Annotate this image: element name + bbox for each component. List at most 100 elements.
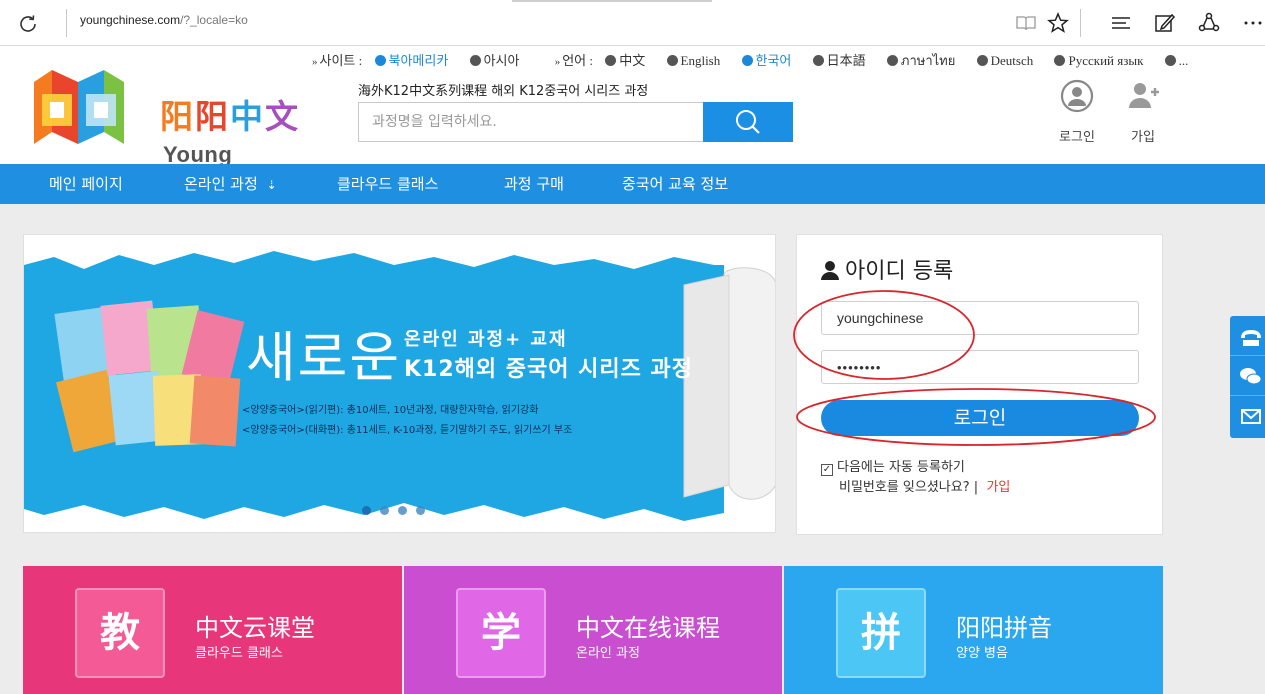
carousel-dot[interactable] xyxy=(380,506,389,515)
globe-icon xyxy=(976,55,988,66)
double-chevron-down-icon: ⇣ xyxy=(266,178,277,192)
address-separator xyxy=(66,9,67,37)
username-input[interactable] xyxy=(821,301,1139,335)
language-option-th[interactable]: ภาษาไทย xyxy=(886,53,964,68)
language-option-en[interactable]: English xyxy=(666,53,730,68)
search-input[interactable] xyxy=(359,103,704,141)
globe-icon xyxy=(741,55,753,66)
forgot-row: 비밀번호를 잊으셨나요? | 가입 xyxy=(839,476,1010,495)
wechat-icon xyxy=(1240,368,1262,385)
tile-online-course[interactable]: 学 中文在线课程 온라인 과정 xyxy=(404,566,782,694)
header-login-label: 로그인 xyxy=(1059,130,1095,145)
tile-badge: 学 xyxy=(456,588,546,678)
banner-subtext-1: <양양중국어>(읽기편): 총10세트, 10년과정, 대량한자학습, 읽기강화 xyxy=(242,405,539,416)
header-join-button[interactable]: 가입 xyxy=(1126,78,1160,145)
carousel-dot[interactable] xyxy=(362,506,371,515)
site-header: » 사이트 : 북아메리카 아시아 » 언어 : 中文 English 한국어 日本… xyxy=(0,46,1265,193)
banner-headline-line2: K12해외 중국어 시리즈 과정 xyxy=(404,357,694,382)
language-option-de[interactable]: Deutsch xyxy=(976,53,1043,68)
toolbar-separator xyxy=(1080,9,1081,37)
nav-item-cloud-class[interactable]: 클라우드 클래스 xyxy=(337,164,438,204)
nav-item-purchase[interactable]: 과정 구매 xyxy=(504,164,564,204)
language-option-ja[interactable]: 日本語 xyxy=(812,53,875,68)
remember-checkbox[interactable]: ✓ xyxy=(821,464,833,476)
login-panel: 아이디 등록 로그인 ✓ 다음에는 자동 등록하기 비밀번호를 잊으셨나요? | … xyxy=(796,234,1163,535)
login-button[interactable]: 로그인 xyxy=(821,400,1139,436)
chevron-right-icon: » xyxy=(312,56,318,68)
url-path: /?_locale=ko xyxy=(180,13,248,27)
badge-character: 学 xyxy=(481,610,521,656)
globe-icon xyxy=(469,55,481,66)
user-circle-icon xyxy=(1060,79,1094,113)
share-icon[interactable] xyxy=(1197,11,1221,35)
nav-item-online-courses[interactable]: 온라인 과정 ⇣ xyxy=(184,164,277,204)
carousel-dot[interactable] xyxy=(398,506,407,515)
floating-contact-bar xyxy=(1230,316,1265,438)
site-option-north-america[interactable]: 북아메리카 xyxy=(374,53,458,68)
search-box xyxy=(358,102,793,142)
logo-book-icon xyxy=(34,70,124,144)
wechat-contact-button[interactable] xyxy=(1230,356,1265,396)
carousel-dot[interactable] xyxy=(416,506,425,515)
header-login-button[interactable]: 로그인 xyxy=(1055,78,1099,145)
header-join-label: 가입 xyxy=(1131,130,1155,145)
tile-badge: 教 xyxy=(75,588,165,678)
tile-title: 中文在线课程 xyxy=(576,614,720,642)
globe-icon xyxy=(605,55,617,66)
web-note-icon[interactable] xyxy=(1153,11,1177,35)
join-link[interactable]: 가입 xyxy=(986,480,1010,495)
globe-icon xyxy=(1164,55,1176,66)
password-input[interactable] xyxy=(821,350,1139,384)
site-label: 사이트 : xyxy=(319,53,363,68)
nav-item-education-info[interactable]: 중국어 교육 정보 xyxy=(622,164,728,204)
badge-character: 拼 xyxy=(861,610,901,656)
site-option-asia[interactable]: 아시아 xyxy=(469,53,529,68)
tile-subtitle: 온라인 과정 xyxy=(576,646,640,661)
phone-contact-button[interactable] xyxy=(1230,316,1265,356)
tile-pinyin[interactable]: 拼 阳阳拼音 양양 병음 xyxy=(784,566,1163,694)
browser-toolbar: youngchinese.com/?_locale=ko xyxy=(0,0,1265,46)
more-options-icon[interactable] xyxy=(1241,11,1265,35)
promo-banner[interactable]: 새로운 온라인 과정+ 교재 K12해외 중국어 시리즈 과정 <양양중국어>(… xyxy=(23,234,776,533)
tile-badge: 拼 xyxy=(836,588,926,678)
tile-subtitle: 클라우드 클래스 xyxy=(195,646,283,661)
tile-title: 中文云课堂 xyxy=(195,614,315,642)
language-option-ko[interactable]: 한국어 xyxy=(741,53,801,68)
forgot-password-link[interactable]: 비밀번호를 잊으셨나요? xyxy=(839,480,970,495)
tile-cloud-class[interactable]: 教 中文云课堂 클라우드 클래스 xyxy=(23,566,402,694)
logo-chinese-text: 阳阳中文 xyxy=(160,97,300,136)
tab-strip-indicator xyxy=(512,0,712,2)
remember-me[interactable]: ✓ 다음에는 자동 등록하기 xyxy=(821,456,965,476)
language-option-zh[interactable]: 中文 xyxy=(605,53,654,68)
reading-view-icon[interactable] xyxy=(1014,11,1038,35)
language-label: 언어 : xyxy=(562,53,593,68)
email-contact-button[interactable] xyxy=(1230,396,1265,436)
url-host: youngchinese.com xyxy=(80,13,181,27)
carousel-indicators xyxy=(362,500,434,519)
banner-headline-line1: 온라인 과정+ 교재 xyxy=(404,329,568,350)
globe-icon xyxy=(374,55,386,66)
mail-icon xyxy=(1241,409,1261,424)
slogan: 海外K12中文系列课程 해외 K12중국어 시리즈 과정 xyxy=(358,84,649,99)
chevron-right-icon: » xyxy=(554,56,561,68)
user-icon xyxy=(821,261,839,280)
hub-icon[interactable] xyxy=(1109,11,1133,35)
globe-icon xyxy=(1054,55,1066,66)
favorite-star-icon[interactable] xyxy=(1046,11,1070,35)
globe-icon xyxy=(886,55,898,66)
main-nav: 메인 페이지 온라인 과정 ⇣ 클라우드 클래스 과정 구매 중국어 교육 정보 xyxy=(0,164,1265,204)
tile-title: 阳阳拼音 xyxy=(956,614,1052,642)
textbook-stack xyxy=(54,300,245,453)
separator: | xyxy=(973,480,979,495)
site-logo[interactable]: 阳阳中文 Young Chinese xyxy=(30,68,320,193)
badge-character: 教 xyxy=(100,610,140,656)
language-option-more[interactable]: ... xyxy=(1164,53,1198,68)
language-option-ru[interactable]: Русский язык xyxy=(1054,53,1152,68)
refresh-icon[interactable] xyxy=(16,12,40,36)
search-button[interactable] xyxy=(703,102,793,142)
phone-icon xyxy=(1241,330,1261,346)
tile-subtitle: 양양 병음 xyxy=(956,646,1008,661)
remember-label: 다음에는 자동 등록하기 xyxy=(837,460,965,475)
address-bar[interactable]: youngchinese.com/?_locale=ko xyxy=(80,13,248,27)
nav-item-home[interactable]: 메인 페이지 xyxy=(49,164,123,204)
